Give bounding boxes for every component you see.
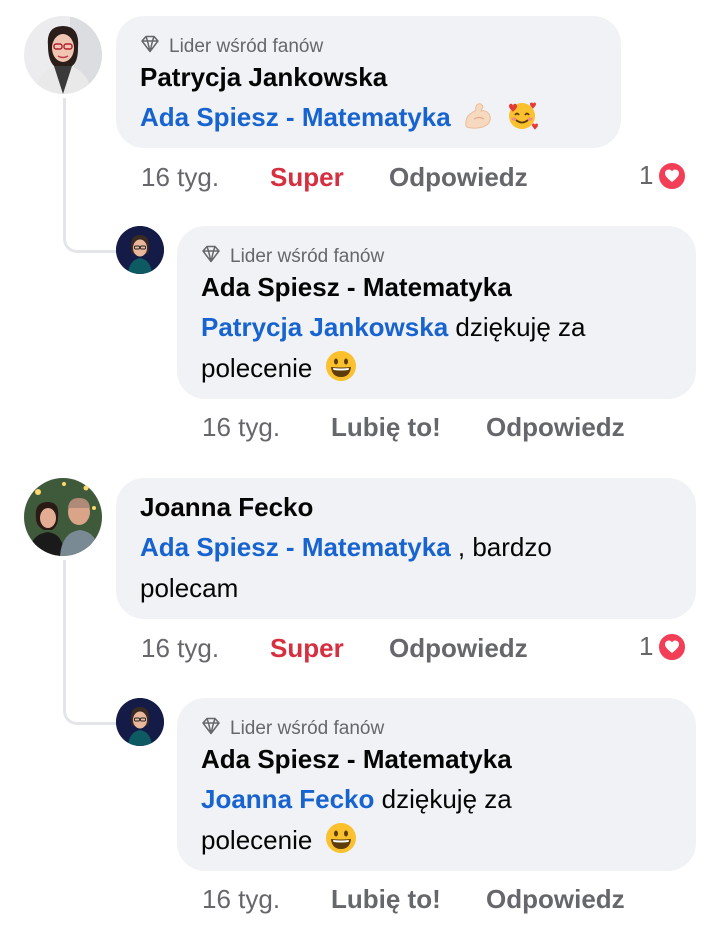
- thread-line-1: [63, 98, 116, 253]
- avatar-patrycja[interactable]: [24, 16, 102, 94]
- reaction-count[interactable]: 1: [639, 631, 688, 662]
- flexed-biceps-emoji: [462, 100, 494, 144]
- avatar-ada[interactable]: [116, 226, 164, 274]
- comment-timestamp[interactable]: 16 tyg.: [141, 162, 219, 193]
- reaction-button[interactable]: Super: [270, 162, 344, 193]
- diamond-icon: [201, 244, 221, 270]
- reaction-count-value: 1: [639, 631, 654, 661]
- fan-badge-label: Lider wśród fanów: [169, 36, 324, 57]
- like-button[interactable]: Lubię to!: [331, 412, 441, 443]
- fan-badge-label: Lider wśród fanów: [230, 718, 385, 739]
- diamond-icon: [201, 716, 221, 742]
- like-button[interactable]: Lubię to!: [331, 884, 441, 915]
- thread-line-2: [63, 560, 116, 725]
- heart-icon: [657, 160, 688, 191]
- comment-text: Ada Spiesz - Matematyka: [140, 97, 539, 144]
- reply-timestamp[interactable]: 16 tyg.: [202, 884, 280, 915]
- comment-text: Ada Spiesz - Matematyka , bardzo polecam: [140, 527, 680, 609]
- reply-button[interactable]: Odpowiedz: [486, 412, 625, 443]
- reply-text-line: polecenie: [201, 353, 313, 383]
- grinning-face-emoji: [324, 821, 358, 867]
- reply-author[interactable]: Ada Spiesz - Matematyka: [201, 744, 512, 775]
- reply-author[interactable]: Ada Spiesz - Matematyka: [201, 272, 512, 303]
- grinning-face-emoji: [324, 349, 358, 395]
- reaction-count[interactable]: 1: [639, 160, 688, 191]
- comment-author[interactable]: Joanna Fecko: [140, 492, 313, 523]
- reply-text: Patrycja Jankowska dziękuję za polecenie: [201, 307, 681, 395]
- fan-badge: Lider wśród fanów: [201, 716, 384, 742]
- heart-icon: [657, 631, 688, 662]
- mention-link[interactable]: Ada Spiesz - Matematyka: [140, 102, 451, 132]
- reply-timestamp[interactable]: 16 tyg.: [202, 412, 280, 443]
- smiling-face-with-hearts-emoji: [505, 98, 539, 144]
- fan-badge: Lider wśród fanów: [140, 34, 323, 60]
- comment-text-line: , bardzo: [450, 532, 552, 562]
- avatar-joanna[interactable]: [24, 478, 102, 556]
- fan-badge: Lider wśród fanów: [201, 244, 384, 270]
- comment-timestamp[interactable]: 16 tyg.: [141, 633, 219, 664]
- comment-text-line: polecam: [140, 573, 239, 603]
- avatar-ada[interactable]: [116, 698, 164, 746]
- mention-link[interactable]: Ada Spiesz - Matematyka: [140, 532, 451, 562]
- fan-badge-label: Lider wśród fanów: [230, 246, 385, 267]
- reply-text: Joanna Fecko dziękuję za polecenie: [201, 779, 681, 867]
- reply-button[interactable]: Odpowiedz: [486, 884, 625, 915]
- reply-button[interactable]: Odpowiedz: [389, 633, 528, 664]
- reply-text-line: dziękuję za: [381, 784, 512, 814]
- diamond-icon: [140, 34, 160, 60]
- reply-text-line: polecenie: [201, 825, 313, 855]
- comment-author[interactable]: Patrycja Jankowska: [140, 62, 387, 93]
- reaction-button[interactable]: Super: [270, 633, 344, 664]
- mention-link[interactable]: Patrycja Jankowska: [201, 312, 448, 342]
- reply-text-line: dziękuję za: [455, 312, 586, 342]
- reaction-count-value: 1: [639, 160, 654, 190]
- mention-link[interactable]: Joanna Fecko: [201, 784, 374, 814]
- reply-button[interactable]: Odpowiedz: [389, 162, 528, 193]
